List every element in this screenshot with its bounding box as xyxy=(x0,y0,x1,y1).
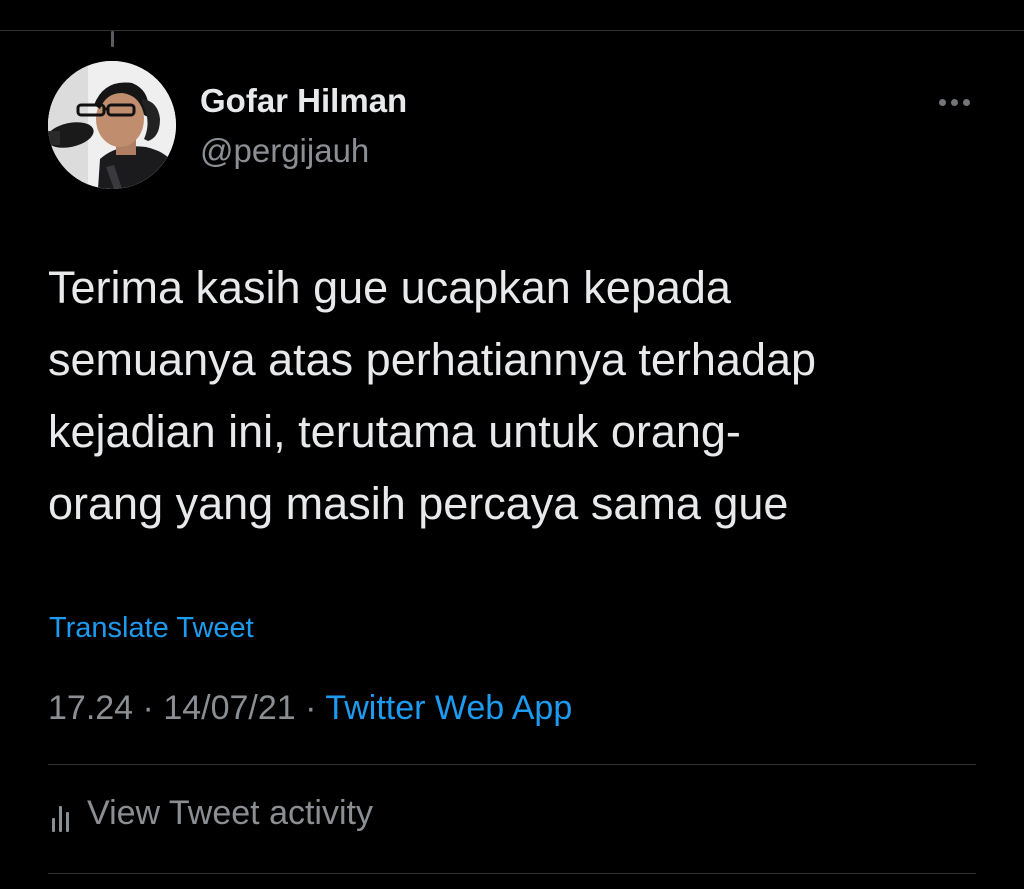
view-tweet-activity-button[interactable]: View Tweet activity xyxy=(52,794,373,833)
tweet-text-line: semuanya atas perhatiannya terhadap xyxy=(48,334,817,385)
meta-separator: · xyxy=(305,689,317,727)
more-options-button[interactable] xyxy=(932,88,976,116)
tweet-text-line: Terima kasih gue ucapkan kepada xyxy=(48,262,731,313)
tweet-date: 14/07/21 xyxy=(163,689,296,727)
view-tweet-activity-label: View Tweet activity xyxy=(87,794,373,832)
more-horizontal-icon xyxy=(938,98,946,106)
more-dot xyxy=(950,98,958,106)
divider xyxy=(48,873,976,874)
profile-photo-icon xyxy=(48,61,176,189)
tweet-text-line: orang yang masih percaya sama gue xyxy=(48,478,789,529)
meta-separator: · xyxy=(142,689,154,727)
bar-chart-icon xyxy=(52,796,69,832)
tweet-text-line: kejadian ini, terutama untuk orang- xyxy=(48,406,741,457)
tweet-source-link[interactable]: Twitter Web App xyxy=(325,689,572,727)
more-dot xyxy=(962,98,970,106)
divider xyxy=(48,764,976,765)
avatar[interactable] xyxy=(48,61,176,189)
tweet-text: Terima kasih gue ucapkan kepada semuanya… xyxy=(48,252,988,540)
top-divider xyxy=(0,30,1024,31)
translate-tweet-link[interactable]: Translate Tweet xyxy=(49,612,254,645)
tweet-time: 17.24 xyxy=(48,689,134,727)
user-handle[interactable]: @pergijauh xyxy=(200,132,369,170)
tweet-meta: 17.24 · 14/07/21 · Twitter Web App xyxy=(48,689,572,728)
thread-connector-line xyxy=(111,31,114,47)
display-name[interactable]: Gofar Hilman xyxy=(200,82,407,120)
